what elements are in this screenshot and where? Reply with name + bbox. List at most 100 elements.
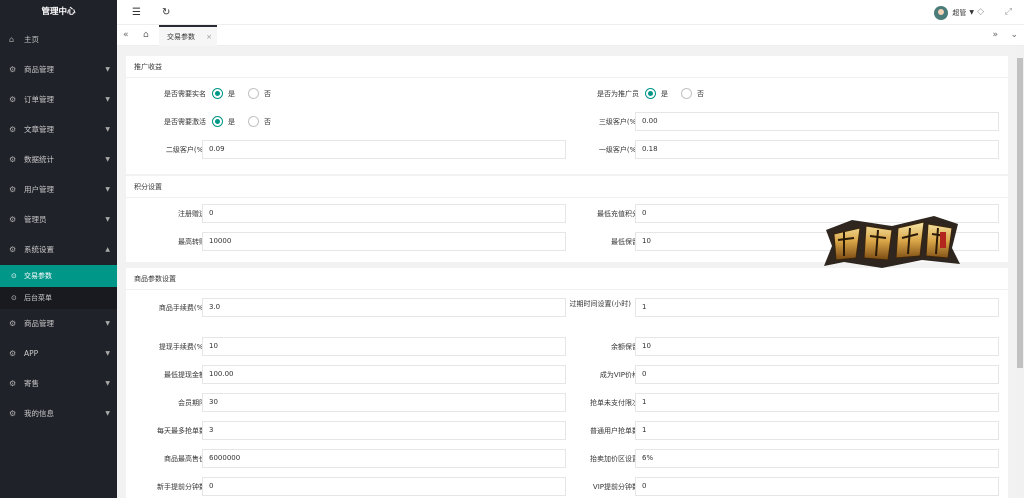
close-icon[interactable]: × xyxy=(206,27,212,48)
settings-icon: ⚙ xyxy=(9,215,17,224)
tag-icon[interactable]: ◇ xyxy=(977,0,984,25)
sidebar-item-users[interactable]: ⚙ 用户管理 ▼ xyxy=(0,175,117,205)
sidebar-item-label: 管理员 xyxy=(24,215,47,224)
level2-input[interactable]: 0.09 xyxy=(202,140,566,159)
sidebar-item-app[interactable]: ⚙ APP ▼ xyxy=(0,339,117,369)
balance-keep-label: 余额保留 xyxy=(611,343,639,351)
newbie-label: 新手提前分钟数 xyxy=(157,483,206,491)
vip-price-input[interactable]: 0 xyxy=(635,365,999,384)
caret-down-icon: ▼ xyxy=(105,66,110,73)
fee-input[interactable]: 3.0 xyxy=(202,298,566,317)
sidebar-subitem-admin-menu[interactable]: ⊙ 后台菜单 xyxy=(0,287,117,309)
scroll-right-icon[interactable]: » xyxy=(992,25,998,46)
sidebar-item-system[interactable]: ⚙ 系统设置 ▲ xyxy=(0,235,117,265)
level1-input[interactable]: 0.18 xyxy=(635,140,999,159)
normal-grab-label: 普通用户抢单数 xyxy=(590,427,639,435)
balance-keep-input[interactable]: 10 xyxy=(635,337,999,356)
home-tab-icon[interactable]: ⌂ xyxy=(143,25,149,46)
fee-label: 商品手续费(%) xyxy=(158,304,206,312)
radio-label: 是 xyxy=(228,89,235,98)
level3-label: 三级客户(%) xyxy=(598,118,639,126)
circle-icon: ⊙ xyxy=(11,294,17,302)
need-realname-yes[interactable]: 是 xyxy=(212,88,235,99)
markup-label: 抬卖加价区设置 xyxy=(590,455,639,463)
radio-unchecked-icon xyxy=(248,88,259,99)
sidebar-item-stats[interactable]: ⚙ 数据统计 ▼ xyxy=(0,145,117,175)
reg-gift-input[interactable]: 0 xyxy=(202,204,566,223)
settings-icon: ⚙ xyxy=(9,95,17,104)
sidebar-item-consign[interactable]: ⚙ 寄售 ▼ xyxy=(0,369,117,399)
settings-icon: ⚙ xyxy=(9,155,17,164)
expire-input[interactable]: 1 xyxy=(635,298,999,317)
sidebar-item-label: 商品管理 xyxy=(24,319,54,328)
sidebar-item-goods-2[interactable]: ⚙ 商品管理 ▼ xyxy=(0,309,117,339)
scroll-left-icon[interactable]: « xyxy=(123,25,129,46)
unpaid-limit-input[interactable]: 1 xyxy=(635,393,999,412)
settings-icon: ⚙ xyxy=(9,185,17,194)
radio-unchecked-icon xyxy=(248,116,259,127)
home-icon: ⌂ xyxy=(9,35,15,44)
need-activate-yes[interactable]: 是 xyxy=(212,116,235,127)
level3-input[interactable]: 0.00 xyxy=(635,112,999,131)
markup-input[interactable]: 6% xyxy=(635,449,999,468)
min-withdraw-input[interactable]: 100.00 xyxy=(202,365,566,384)
settings-icon: ⚙ xyxy=(9,319,17,328)
sidebar-item-label: 用户管理 xyxy=(24,185,54,194)
sidebar-item-orders[interactable]: ⚙ 订单管理 ▼ xyxy=(0,85,117,115)
is-promoter-no[interactable]: 否 xyxy=(681,88,704,99)
withdraw-fee-input[interactable]: 10 xyxy=(202,337,566,356)
sidebar-subitem-label: 交易参数 xyxy=(24,272,52,280)
max-transfer-input[interactable]: 10000 xyxy=(202,232,566,251)
avatar xyxy=(934,5,949,20)
level2-label: 二级客户(%) xyxy=(165,146,206,154)
vip-early-input[interactable]: 0 xyxy=(635,477,999,496)
sidebar-item-my-info[interactable]: ⚙ 我的信息 ▼ xyxy=(0,399,117,429)
refresh-icon[interactable]: ↻ xyxy=(162,0,170,25)
caret-down-icon: ▼ xyxy=(969,9,974,16)
sidebar-subitem-trade-params[interactable]: ⊙ 交易参数 xyxy=(0,265,117,287)
card-title: 积分设置 xyxy=(126,176,1008,198)
main-content: 推广收益 是否需要实名 是 否 是否为推广员 是 否 是否需要激活 是 否 三级… xyxy=(117,46,1024,498)
newbie-input[interactable]: 0 xyxy=(202,477,566,496)
sidebar-item-admins[interactable]: ⚙ 管理员 ▼ xyxy=(0,205,117,235)
daily-max-input[interactable]: 3 xyxy=(202,421,566,440)
need-activate-no[interactable]: 否 xyxy=(248,116,271,127)
card-title: 推广收益 xyxy=(126,56,1008,78)
sidebar-item-label: 我的信息 xyxy=(24,409,54,418)
sidebar-item-label: 订单管理 xyxy=(24,95,54,104)
tab-trade-params[interactable]: 交易参数 × xyxy=(159,25,217,46)
sidebar-item-label: 寄售 xyxy=(24,379,39,388)
scrollbar-thumb[interactable] xyxy=(1017,58,1023,368)
sidebar-item-label: 主页 xyxy=(24,35,39,44)
expire-label: 过期时间设置(小时) xyxy=(569,300,631,308)
need-realname-label: 是否需要实名 xyxy=(164,90,206,98)
sidebar-item-articles[interactable]: ⚙ 文章管理 ▼ xyxy=(0,115,117,145)
settings-icon: ⚙ xyxy=(9,379,17,388)
chevron-down-icon[interactable]: ⌄ xyxy=(1010,25,1018,46)
min-withdraw-label: 最低提现金额 xyxy=(164,371,206,379)
is-promoter-label: 是否为推广员 xyxy=(597,90,639,98)
need-realname-no[interactable]: 否 xyxy=(248,88,271,99)
min-recharge-label: 最低充值积分 xyxy=(597,210,639,218)
caret-down-icon: ▼ xyxy=(105,96,110,103)
radio-checked-icon xyxy=(645,88,656,99)
sidebar-item-home[interactable]: ⌂ 主页 xyxy=(0,25,117,55)
max-price-label: 商品最高售价 xyxy=(164,455,206,463)
radio-unchecked-icon xyxy=(681,88,692,99)
caret-down-icon: ▼ xyxy=(105,156,110,163)
max-price-input[interactable]: 6000000 xyxy=(202,449,566,468)
sidebar-item-goods[interactable]: ⚙ 商品管理 ▼ xyxy=(0,55,117,85)
fullscreen-icon[interactable]: ⤢ xyxy=(1005,0,1012,25)
user-menu[interactable]: 超管 ▼ xyxy=(934,4,974,21)
member-period-label: 会员期限 xyxy=(178,399,206,407)
page-scrollbar[interactable] xyxy=(1016,46,1024,498)
menu-fold-icon[interactable]: ☰ xyxy=(132,0,141,25)
top-header: ☰ ↻ 超管 ▼ ◇ ⤢ xyxy=(117,0,1024,25)
level1-label: 一级客户(%) xyxy=(598,146,639,154)
withdraw-fee-label: 提现手续费(%) xyxy=(158,343,206,351)
radio-label: 否 xyxy=(697,89,704,98)
member-period-input[interactable]: 30 xyxy=(202,393,566,412)
is-promoter-yes[interactable]: 是 xyxy=(645,88,668,99)
normal-grab-input[interactable]: 1 xyxy=(635,421,999,440)
settings-icon: ⚙ xyxy=(9,349,17,358)
